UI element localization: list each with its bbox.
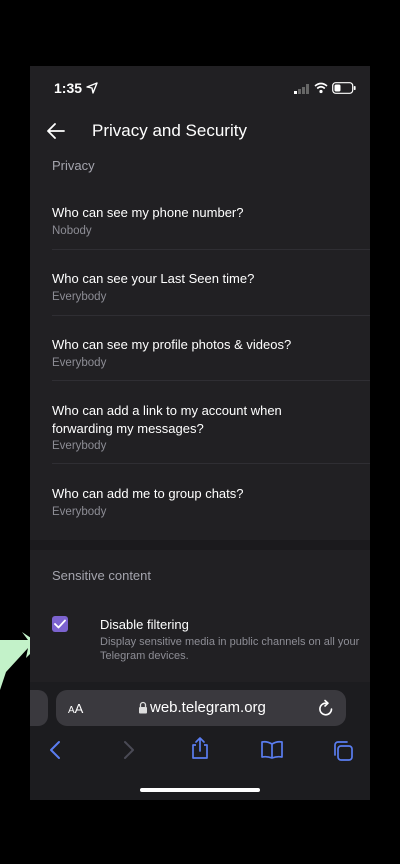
- previous-tab-preview[interactable]: [30, 690, 48, 726]
- privacy-item-question: Who can see your Last Seen time?: [52, 271, 255, 286]
- divider: [52, 249, 370, 250]
- privacy-item-forwarding-link[interactable]: Who can add a link to my account when fo…: [30, 388, 370, 462]
- divider: [52, 463, 370, 464]
- back-chevron-icon[interactable]: [48, 740, 62, 760]
- privacy-item-answer: Everybody: [52, 440, 107, 452]
- divider: [52, 315, 370, 316]
- location-arrow-icon: [86, 82, 98, 94]
- lock-icon: [139, 701, 147, 714]
- status-bar: 1:35: [30, 66, 370, 110]
- privacy-item-phone-number[interactable]: Who can see my phone number? Nobody: [30, 190, 370, 248]
- privacy-item-last-seen[interactable]: Who can see your Last Seen time? Everybo…: [30, 256, 370, 314]
- safari-toolbar: AA web.telegram.org: [30, 682, 370, 800]
- reader-aa-button[interactable]: AA: [68, 701, 83, 716]
- privacy-item-question-line1: Who can add a link to my account when: [52, 403, 282, 418]
- page-title: Privacy and Security: [92, 121, 247, 140]
- disable-filtering-description: Display sensitive media in public channe…: [100, 636, 360, 662]
- phone-screen: 1:35 Privacy and Security Privacy Who ca…: [30, 66, 370, 800]
- privacy-item-answer: Everybody: [52, 357, 107, 369]
- share-icon[interactable]: [190, 736, 210, 760]
- privacy-item-profile-photos[interactable]: Who can see my profile photos & videos? …: [30, 322, 370, 380]
- privacy-item-question-line2: forwarding my messages?: [52, 421, 204, 436]
- cellular-signal-icon: [294, 84, 309, 94]
- privacy-item-answer: Nobody: [52, 225, 92, 237]
- bookmarks-icon[interactable]: [260, 740, 284, 760]
- privacy-item-question: Who can see my phone number?: [52, 205, 244, 220]
- checkmark-icon: [54, 619, 66, 629]
- divider: [52, 380, 370, 381]
- privacy-item-answer: Everybody: [52, 506, 107, 518]
- reload-icon[interactable]: [318, 699, 334, 717]
- privacy-item-group-chats[interactable]: Who can add me to group chats? Everybody: [30, 471, 370, 529]
- address-bar[interactable]: AA web.telegram.org: [56, 690, 346, 726]
- aa-large-letter: A: [74, 701, 84, 716]
- tabs-icon[interactable]: [332, 740, 354, 762]
- section-heading-sensitive-content: Sensitive content: [52, 568, 152, 583]
- top-app-bar: Privacy and Security: [30, 110, 370, 154]
- disable-filtering-checkbox[interactable]: [52, 616, 68, 632]
- section-separator: [30, 540, 370, 550]
- section-heading-privacy: Privacy: [52, 158, 95, 173]
- forward-chevron-icon[interactable]: [122, 740, 136, 760]
- battery-icon: [332, 82, 356, 94]
- privacy-item-answer: Everybody: [52, 291, 107, 303]
- status-time: 1:35: [54, 80, 83, 96]
- home-indicator[interactable]: [140, 788, 260, 792]
- disable-filtering-label[interactable]: Disable filtering: [100, 617, 189, 632]
- aa-small-letter: A: [68, 705, 75, 716]
- url-text: web.telegram.org: [150, 699, 266, 716]
- back-arrow-icon[interactable]: [46, 122, 66, 140]
- privacy-item-question: Who can add me to group chats?: [52, 486, 244, 501]
- wifi-icon: [314, 82, 328, 94]
- privacy-item-question: Who can see my profile photos & videos?: [52, 337, 292, 352]
